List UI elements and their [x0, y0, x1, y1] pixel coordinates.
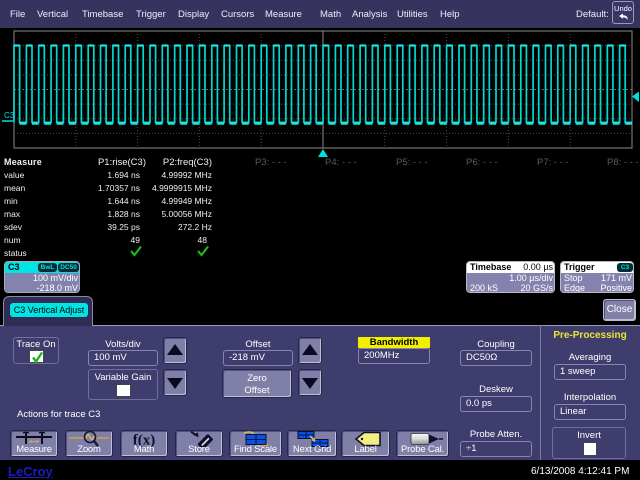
svg-text:C3: C3 — [4, 111, 15, 120]
